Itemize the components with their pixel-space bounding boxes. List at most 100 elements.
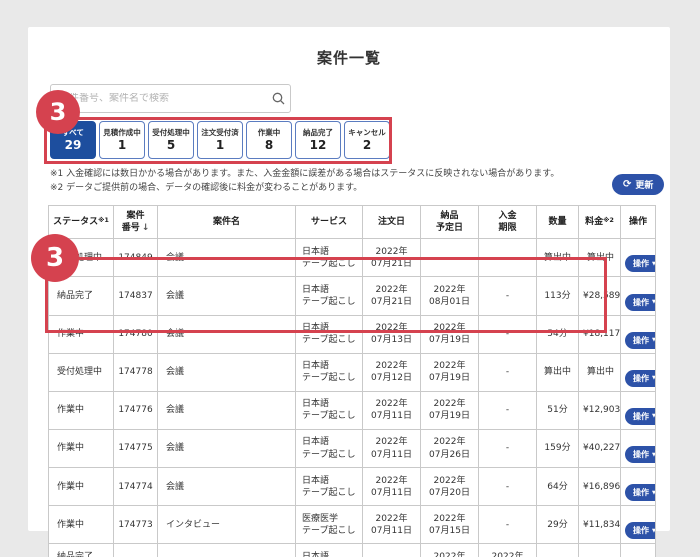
column-header-name: 案件名 xyxy=(158,206,296,239)
filter-tab-count: 1 xyxy=(118,139,126,152)
refresh-label: 更新 xyxy=(635,178,653,191)
cell-fee: ¥40,227 xyxy=(579,429,621,467)
cell-service: 医療医学 テープ起こし xyxy=(296,506,363,544)
filter-tab-count: 5 xyxy=(167,139,175,152)
row-action-button[interactable]: 操作 ▼ xyxy=(625,484,656,501)
action-label: 操作 xyxy=(633,258,649,269)
filter-tab-3[interactable]: 注文受付済 1 xyxy=(197,121,243,159)
cell-status: 作業中 xyxy=(49,468,114,506)
cell-order-date: 2022年 07月11日 xyxy=(363,391,421,429)
table-row: 納品完了 174837 会議 日本語 テープ起こし 2022年 07月21日 2… xyxy=(49,277,656,315)
cell-name: 会議 xyxy=(158,353,296,391)
filter-tab-label: 納品完了 xyxy=(303,127,333,138)
cell-delivery-date: 2022年 07月19日 xyxy=(421,353,479,391)
row-action-button[interactable]: 操作 ▼ xyxy=(625,446,656,463)
table-row: 納品完了 （入金待ち） 174757 会議 日本語 テープ起こし - 2022年… xyxy=(49,544,656,557)
cell-delivery-date: 2022年 07月20日 xyxy=(421,468,479,506)
cell-payment-due: - xyxy=(479,239,537,277)
cell-quantity: 算出中 xyxy=(537,239,579,277)
filter-tab-2[interactable]: 受付処理中 5 xyxy=(148,121,194,159)
sort-descending-icon[interactable]: ↓ xyxy=(142,223,150,233)
cell-action: 操作 ▼ xyxy=(621,315,656,353)
cell-fee: ¥28,589 xyxy=(579,277,621,315)
filter-tab-6[interactable]: キャンセル 2 xyxy=(344,121,390,159)
cell-quantity: 51分 xyxy=(537,391,579,429)
cell-service: 日本語 テープ起こし xyxy=(296,544,363,557)
cell-order-date: 2022年 07月11日 xyxy=(363,468,421,506)
filter-tab-4[interactable]: 作業中 8 xyxy=(246,121,292,159)
filter-tab-count: 12 xyxy=(310,139,327,152)
action-label: 操作 xyxy=(633,411,649,422)
cell-name: 会議 xyxy=(158,391,296,429)
filter-tab-5[interactable]: 納品完了 12 xyxy=(295,121,341,159)
cell-number: 174849 xyxy=(114,239,158,277)
cell-quantity: 65分 xyxy=(537,544,579,557)
cell-service: 日本語 テープ起こし xyxy=(296,391,363,429)
cell-service: 日本語 テープ起こし xyxy=(296,315,363,353)
page-title: 案件一覧 xyxy=(28,47,670,68)
chevron-down-icon: ▼ xyxy=(652,490,656,496)
row-action-button[interactable]: 操作 ▼ xyxy=(625,522,656,539)
footnote-2: ※2 データご提供前の場合、データの確認後に料金が変わることがあります。 xyxy=(50,182,559,196)
filter-tab-count: 29 xyxy=(65,139,82,152)
cell-delivery-date: 2022年 07月26日 xyxy=(421,429,479,467)
cell-status: 作業中 xyxy=(49,391,114,429)
footnote-marker: ※1 xyxy=(98,216,109,224)
row-action-button[interactable]: 操作 ▼ xyxy=(625,370,656,387)
cell-number: 174776 xyxy=(114,391,158,429)
action-label: 操作 xyxy=(633,487,649,498)
cell-name: 会議 xyxy=(158,315,296,353)
cell-name: 会議 xyxy=(158,544,296,557)
cell-fee: ¥16,896 xyxy=(579,468,621,506)
table-header-row: ステータス※1案件 番号↓案件名サービス注文日納品 予定日入金 期限数量料金※2… xyxy=(49,206,656,239)
cell-delivery-date: 2022年 07月19日 xyxy=(421,315,479,353)
cell-name: 会議 xyxy=(158,468,296,506)
screenshot-canvas: 案件一覧 すべて 29 見積作成中 1 受付処理中 5 注文受付済 1 作業中 … xyxy=(0,0,700,557)
row-action-button[interactable]: 操作 ▼ xyxy=(625,255,656,272)
cell-fee: ¥11,834 xyxy=(579,506,621,544)
cell-order-date: 2022年 07月12日 xyxy=(363,353,421,391)
cell-number: 174775 xyxy=(114,429,158,467)
column-header-quantity: 数量 xyxy=(537,206,579,239)
cell-fee: 算出中 xyxy=(579,353,621,391)
refresh-button[interactable]: ⟳ 更新 xyxy=(612,174,664,195)
cell-quantity: 算出中 xyxy=(537,353,579,391)
row-action-button[interactable]: 操作 ▼ xyxy=(625,294,656,311)
cell-number: 174780 xyxy=(114,315,158,353)
cell-service: 日本語 テープ起こし xyxy=(296,353,363,391)
column-header-payment-due: 入金 期限 xyxy=(479,206,537,239)
footnote-marker: ※2 xyxy=(603,216,614,224)
row-action-button[interactable]: 操作 ▼ xyxy=(625,408,656,425)
cell-order-date: 2022年 07月11日 xyxy=(363,429,421,467)
column-header-number[interactable]: 案件 番号↓ xyxy=(114,206,158,239)
cell-service: 日本語 テープ起こし xyxy=(296,277,363,315)
table-row: 作業中 174773 インタビュー 医療医学 テープ起こし 2022年 07月1… xyxy=(49,506,656,544)
row-action-button[interactable]: 操作 ▼ xyxy=(625,332,656,349)
cell-status: 作業中 xyxy=(49,315,114,353)
cell-action: 操作 ▼ xyxy=(621,429,656,467)
cell-order-date: 2022年 07月21日 xyxy=(363,239,421,277)
cell-action: 操作 ▼ xyxy=(621,506,656,544)
main-panel: 案件一覧 すべて 29 見積作成中 1 受付処理中 5 注文受付済 1 作業中 … xyxy=(28,27,670,531)
cell-payment-due: - xyxy=(479,315,537,353)
footnote-1: ※1 入金確認には数日かかる場合があります。また、入金金額に誤差がある場合はステ… xyxy=(50,168,559,182)
cell-delivery-date: 2022年 08月01日 xyxy=(421,277,479,315)
action-label: 操作 xyxy=(633,297,649,308)
filter-tab-count: 1 xyxy=(216,139,224,152)
table-row: 受付処理中 174849 会議 日本語 テープ起こし 2022年 07月21日 … xyxy=(49,239,656,277)
cell-action: 操作 ▼ xyxy=(621,353,656,391)
cell-name: 会議 xyxy=(158,429,296,467)
annotation-badge-2: 3 xyxy=(31,234,79,282)
cell-service: 日本語 テープ起こし xyxy=(296,239,363,277)
filter-tab-1[interactable]: 見積作成中 1 xyxy=(99,121,145,159)
search-input[interactable] xyxy=(51,93,266,104)
search-icon[interactable] xyxy=(266,92,290,105)
chevron-down-icon: ▼ xyxy=(652,375,656,381)
table-row: 作業中 174774 会議 日本語 テープ起こし 2022年 07月11日 20… xyxy=(49,468,656,506)
column-header-fee: 料金※2 xyxy=(579,206,621,239)
cell-name: 会議 xyxy=(158,239,296,277)
action-label: 操作 xyxy=(633,525,649,536)
cell-service: 日本語 テープ起こし xyxy=(296,429,363,467)
footnotes: ※1 入金確認には数日かかる場合があります。また、入金金額に誤差がある場合はステ… xyxy=(50,168,559,196)
cell-quantity: 113分 xyxy=(537,277,579,315)
